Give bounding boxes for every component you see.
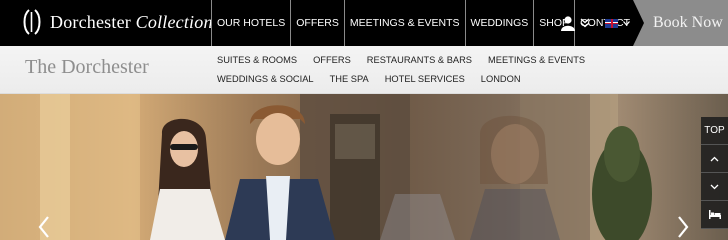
hotel-name[interactable]: The Dorchester — [25, 56, 149, 79]
subnav-suites-rooms[interactable]: SUITES & ROOMS — [217, 51, 297, 70]
language-selector[interactable] — [605, 14, 635, 32]
hotel-nav: SUITES & ROOMS OFFERS RESTAURANTS & BARS… — [217, 51, 677, 89]
uk-flag-icon — [605, 18, 618, 28]
scroll-down-button[interactable] — [701, 173, 728, 201]
subnav-offers[interactable]: OFFERS — [313, 51, 351, 70]
brand-logo[interactable]: Dorchester Collection — [22, 7, 213, 37]
book-now-button[interactable]: Book Now — [633, 0, 728, 46]
top-header: Dorchester Collection OUR HOTELS OFFERS … — [0, 0, 728, 46]
book-room-button[interactable] — [701, 201, 728, 229]
brand-name: Dorchester Collection — [50, 11, 213, 32]
account-menu-button[interactable] — [561, 12, 595, 34]
carousel-prev-button[interactable] — [36, 214, 52, 240]
hero-image — [0, 94, 728, 240]
subnav-hotel-services[interactable]: HOTEL SERVICES — [385, 70, 465, 89]
chevron-down-icon — [710, 184, 719, 189]
carousel-next-button[interactable] — [675, 214, 691, 240]
side-toolbar: TOP — [701, 117, 728, 229]
nav-meetings-events[interactable]: MEETINGS & EVENTS — [343, 0, 465, 46]
subnav-weddings-social[interactable]: WEDDINGS & SOCIAL — [217, 70, 314, 89]
scroll-up-button[interactable] — [701, 145, 728, 173]
dorchester-logo-icon — [23, 9, 41, 35]
hotel-subheader: The Dorchester SUITES & ROOMS OFFERS RES… — [0, 46, 728, 94]
subnav-restaurants-bars[interactable]: RESTAURANTS & BARS — [367, 51, 472, 70]
chevron-down-icon — [623, 20, 630, 26]
nav-offers[interactable]: OFFERS — [290, 0, 344, 46]
nav-weddings[interactable]: WEDDINGS — [464, 0, 534, 46]
scroll-top-button[interactable]: TOP — [701, 117, 728, 145]
nav-our-hotels[interactable]: OUR HOTELS — [211, 0, 290, 46]
chevron-up-icon — [710, 156, 719, 161]
user-icon — [561, 15, 575, 31]
hero-photo-illustration — [0, 94, 652, 240]
bed-icon — [708, 210, 721, 219]
subnav-london[interactable]: LONDON — [481, 70, 521, 89]
subnav-meetings-events[interactable]: MEETINGS & EVENTS — [488, 51, 585, 70]
double-chevron-down-icon — [580, 18, 590, 28]
subnav-the-spa[interactable]: THE SPA — [330, 70, 369, 89]
